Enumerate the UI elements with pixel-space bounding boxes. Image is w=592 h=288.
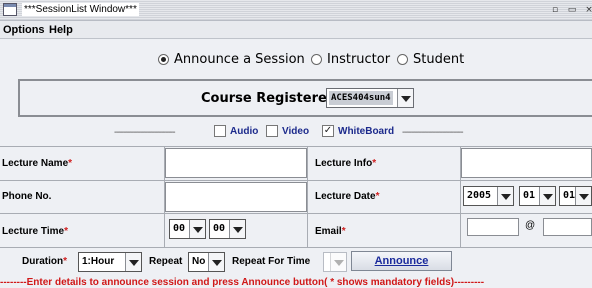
minimize-icon[interactable]: ▫ [549, 4, 561, 16]
course-value: ACES404sun4 [329, 91, 393, 105]
email-domain-field[interactable] [543, 218, 592, 236]
lecture-time-label: Lecture Time* [2, 226, 68, 237]
divider-left: -------------------------- [114, 127, 176, 138]
session-options: Duration* 1:Hour Repeat No Repeat For Ti… [0, 250, 592, 276]
checkbox-video[interactable]: Video [266, 125, 309, 137]
close-icon[interactable]: × [583, 4, 592, 16]
hour-select[interactable]: 00 [169, 219, 206, 239]
course-select[interactable]: ACES404sun4 [326, 88, 414, 108]
email-label: Email* [315, 226, 346, 237]
course-label: Course Registered [201, 91, 337, 106]
window-icon[interactable] [3, 3, 17, 16]
window-title: ***SessionList Window*** [22, 3, 139, 16]
chevron-down-icon [575, 187, 591, 205]
menu-help[interactable]: Help [49, 24, 73, 36]
role-selector: Announce a Session Instructor Student [0, 39, 592, 79]
grid-line [0, 213, 592, 214]
title-bar: ***SessionList Window*** ▫ ▭ × [0, 0, 592, 21]
maximize-icon[interactable]: ▭ [566, 4, 578, 16]
status-message: --------Enter details to announce sessio… [0, 277, 485, 288]
radio-announce-session[interactable]: Announce a Session [158, 52, 305, 67]
checkbox-label: Audio [230, 125, 259, 137]
repeat-time-select[interactable] [323, 252, 347, 272]
radio-instructor[interactable]: Instructor [311, 52, 390, 67]
chevron-down-icon [189, 220, 205, 238]
checkbox-icon [266, 125, 278, 137]
grid-line [307, 146, 308, 248]
month-select[interactable]: 01 [519, 186, 556, 206]
grid-line [0, 247, 592, 248]
radio-icon [311, 54, 322, 65]
day-select[interactable]: 01 [559, 186, 592, 206]
repeat-label: Repeat [149, 256, 183, 267]
checkbox-label: Video [282, 125, 310, 137]
repeat-time-label: Repeat For Time [232, 256, 311, 267]
radio-label: Instructor [327, 52, 391, 67]
radio-student[interactable]: Student [397, 52, 464, 67]
announce-button[interactable]: Announce [351, 251, 452, 271]
phone-label: Phone No. [2, 191, 52, 202]
grid-line [0, 146, 592, 147]
email-user-field[interactable] [467, 218, 519, 236]
menu-bar: Options Help [0, 21, 592, 39]
divider-right: -------------------------- [402, 127, 464, 138]
phone-field[interactable] [165, 182, 307, 212]
chevron-down-icon [330, 253, 346, 271]
repeat-select[interactable]: No [188, 252, 225, 272]
chevron-down-icon [229, 220, 245, 238]
email-at-sign: @ [525, 220, 536, 231]
chevron-down-icon [539, 187, 555, 205]
chevron-down-icon [208, 253, 224, 271]
duration-label: Duration* [22, 256, 68, 267]
radio-label: Student [413, 52, 465, 67]
lecture-name-field[interactable] [165, 148, 307, 178]
radio-selected-icon [158, 54, 169, 65]
lecture-info-field[interactable] [461, 148, 592, 178]
course-panel: Course Registered ACES404sun4 [18, 79, 592, 117]
radio-label: Announce a Session [174, 52, 305, 67]
grid-line [0, 180, 592, 181]
radio-icon [397, 54, 408, 65]
session-panel: Announce a Session Instructor Student Co… [0, 39, 592, 288]
lecture-date-label: Lecture Date* [315, 191, 380, 202]
checkbox-audio[interactable]: Audio [214, 125, 258, 137]
lecture-info-label: Lecture Info* [315, 158, 377, 169]
checkbox-whiteboard[interactable]: ✓ WhiteBoard [322, 125, 394, 137]
media-options: -------------------------- Audio Video ✓… [0, 121, 592, 143]
checkbox-label: WhiteBoard [338, 125, 395, 137]
duration-select[interactable]: 1:Hour [78, 252, 142, 272]
chevron-down-icon [497, 187, 513, 205]
lecture-form: Lecture Name* Lecture Info* Phone No. Le… [0, 146, 592, 248]
lecture-name-label: Lecture Name* [2, 158, 73, 169]
year-select[interactable]: 2005 [463, 186, 514, 206]
chevron-down-icon [125, 253, 141, 271]
chevron-down-icon [397, 89, 413, 107]
minute-select[interactable]: 00 [209, 219, 246, 239]
checkbox-icon [214, 125, 226, 137]
menu-options[interactable]: Options [3, 24, 45, 36]
checkmark-icon: ✓ [322, 125, 334, 137]
